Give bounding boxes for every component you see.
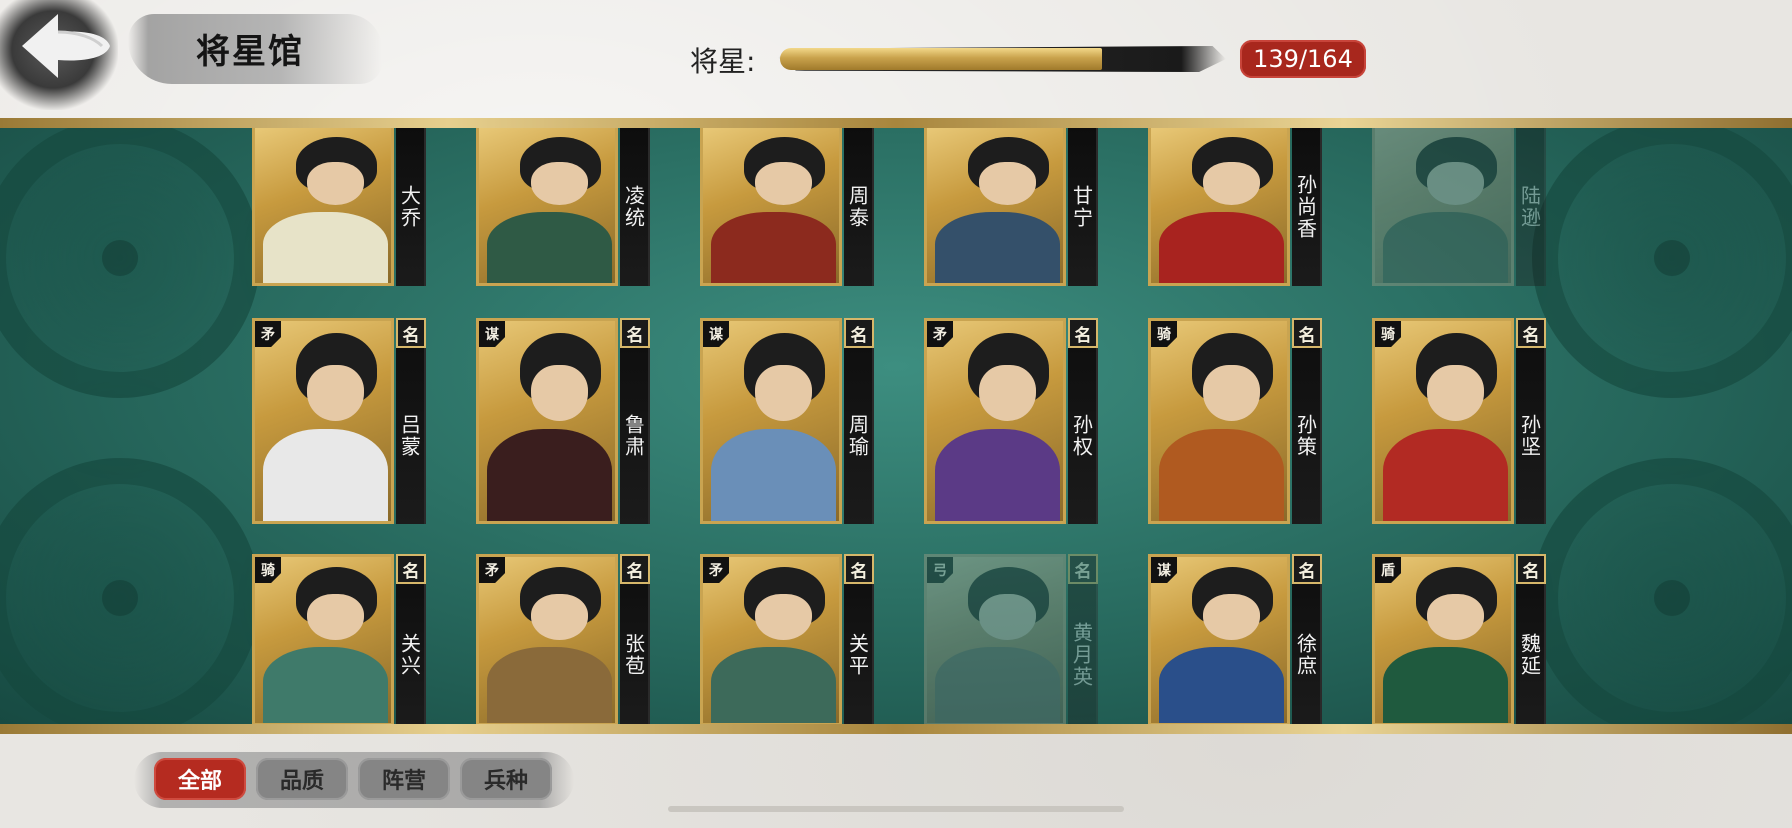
tab-faction[interactable]: 阵营 [358,758,450,800]
hero-portrait [1148,318,1290,524]
famous-general-badge: 名 [1292,318,1322,348]
tortoise-medallion-decoration [0,458,260,724]
hero-name-strip: 孙策 [1292,318,1322,524]
famous-general-badge: 名 [1068,318,1098,348]
hero-name: 大乔 [397,185,422,229]
hero-card[interactable]: 孙尚香 [1148,128,1324,286]
hero-card[interactable]: 谋鲁肃名 [476,318,652,524]
hero-name-strip: 甘宁 [1068,128,1098,286]
famous-general-badge: 名 [1292,554,1322,584]
hero-card[interactable]: 矛吕蒙名 [252,318,428,524]
hero-card[interactable]: 矛孙权名 [924,318,1100,524]
gold-border-bottom [0,724,1792,734]
hero-portrait [1148,128,1290,286]
home-indicator [668,806,1124,812]
famous-general-badge: 名 [620,554,650,584]
hero-name: 吕蒙 [397,414,422,458]
hero-card[interactable]: 骑孙策名 [1148,318,1324,524]
hero-name-strip: 孙权 [1068,318,1098,524]
hero-name-strip: 凌统 [620,128,650,286]
hero-portrait [1372,128,1514,286]
tab-troop-type[interactable]: 兵种 [460,758,552,800]
hero-portrait [252,128,394,286]
hero-card[interactable]: 陆逊 [1372,128,1548,286]
hero-name: 鲁肃 [621,414,646,458]
tab-quality[interactable]: 品质 [256,758,348,800]
hero-name-strip: 吕蒙 [396,318,426,524]
star-progress-label: 将星: [690,45,756,78]
gold-border-top [0,118,1792,128]
hero-name: 孙权 [1069,414,1094,458]
hero-name-strip: 大乔 [396,128,426,286]
hero-name-strip: 鲁肃 [620,318,650,524]
hero-portrait [476,128,618,286]
hero-portrait [1372,318,1514,524]
hero-card[interactable]: 弓黄月英名 [924,554,1100,724]
star-progress-fill [780,48,1102,70]
hero-card[interactable]: 盾魏延名 [1372,554,1548,724]
phoenix-medallion-decoration [1532,458,1792,724]
hero-name: 陆逊 [1517,185,1542,229]
hero-card[interactable]: 骑关兴名 [252,554,428,724]
famous-general-badge: 名 [396,318,426,348]
tiger-medallion-decoration [1532,128,1792,398]
hero-portrait [700,318,842,524]
tab-all[interactable]: 全部 [154,758,246,800]
hero-name: 张苞 [621,633,646,677]
hero-portrait [252,318,394,524]
hero-name: 凌统 [621,185,646,229]
hero-card[interactable]: 凌统 [476,128,652,286]
hero-card[interactable]: 矛关平名 [700,554,876,724]
hero-name: 周泰 [845,185,870,229]
dragon-medallion-decoration [0,128,260,398]
hero-name: 徐庶 [1293,633,1318,677]
hero-card[interactable]: 骑孙坚名 [1372,318,1548,524]
famous-general-badge: 名 [1068,554,1098,584]
star-progress-count-badge: 139/164 [1240,40,1366,78]
hero-card[interactable]: 甘宁 [924,128,1100,286]
hero-card[interactable]: 大乔 [252,128,428,286]
hero-name: 孙策 [1293,414,1318,458]
hero-name-strip: 周泰 [844,128,874,286]
famous-general-badge: 名 [620,318,650,348]
famous-general-badge: 名 [1516,554,1546,584]
hero-name: 关平 [845,633,870,677]
back-button[interactable] [14,6,114,86]
hero-portrait [476,318,618,524]
famous-general-badge: 名 [1516,318,1546,348]
famous-general-badge: 名 [844,554,874,584]
hero-card[interactable]: 矛张苞名 [476,554,652,724]
hero-name: 孙尚香 [1293,174,1318,240]
hero-name: 关兴 [397,633,422,677]
hero-name-strip: 周瑜 [844,318,874,524]
famous-general-badge: 名 [396,554,426,584]
hero-name: 甘宁 [1069,185,1094,229]
hero-name: 孙坚 [1517,414,1542,458]
page-title: 将星馆 [196,32,304,72]
hero-name: 魏延 [1517,633,1542,677]
hero-name: 周瑜 [845,414,870,458]
hero-gallery[interactable]: 大乔 凌统 周泰 甘宁 孙尚香 陆逊矛吕蒙名谋鲁肃名谋周瑜名矛孙权名骑孙策名骑孙坚名骑关兴… [0,128,1792,724]
hero-card[interactable]: 谋徐庶名 [1148,554,1324,724]
hero-portrait [700,128,842,286]
hero-name-strip: 孙尚香 [1292,128,1322,286]
hero-card[interactable]: 周泰 [700,128,876,286]
hero-name: 黄月英 [1069,622,1094,688]
famous-general-badge: 名 [844,318,874,348]
hero-name-strip: 陆逊 [1516,128,1546,286]
hero-name-strip: 孙坚 [1516,318,1546,524]
hero-portrait [924,128,1066,286]
back-arrow-icon [22,14,110,78]
hero-portrait [924,318,1066,524]
hero-card[interactable]: 谋周瑜名 [700,318,876,524]
